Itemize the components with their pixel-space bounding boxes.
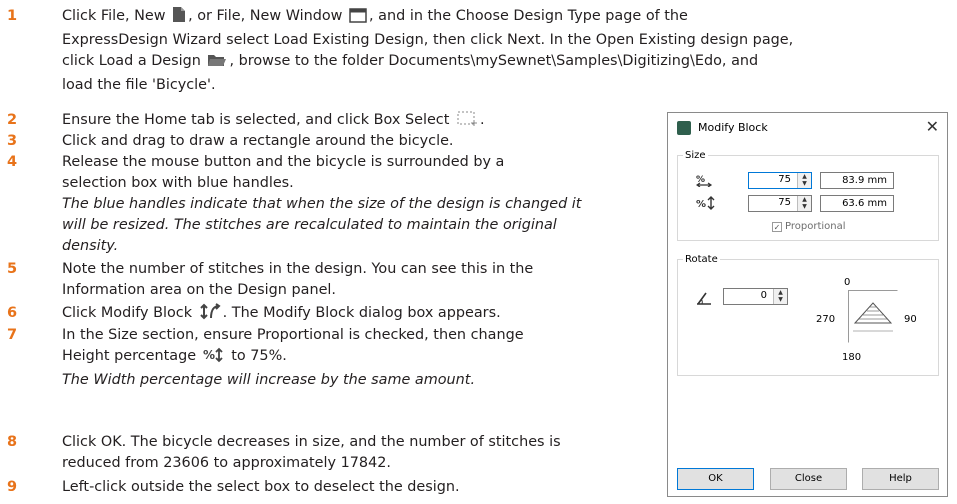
step-note-line: will be resized. The stitches are recalc… [62,217,557,233]
rotate-group: Rotate [677,254,939,376]
width-mm-field[interactable]: 83.9 mm [820,172,894,189]
step-note-line: density. [62,238,119,254]
step-text: Note the number of stitches in the desig… [62,259,700,301]
angle-180-label: 180 [842,352,862,363]
proportional-checkbox[interactable]: ✓ Proportional [772,221,846,232]
help-button[interactable]: Help [862,468,939,490]
new-file-icon [172,6,186,30]
step-text: Click OK. The bicycle decreases in size,… [62,432,700,474]
rotate-angle-value: 0 [760,290,767,301]
step-text-segment: Height percentage [62,348,197,364]
step-text-line: reduced from 23606 to approximately 1784… [62,455,391,471]
load-design-folder-icon [207,53,227,75]
svg-text:%: % [696,199,706,210]
step-number: 7 [7,327,18,343]
rotation-triangle-icon [853,302,893,332]
step-text-segment: click Load a Design [62,53,201,69]
step-text-line: Click and drag to draw a rectangle aroun… [62,133,454,149]
step-number: 8 [7,434,18,450]
step-text-segment: , and in the Choose Design Type page of … [369,8,688,24]
step-number: 3 [7,133,18,149]
angle-90-label: 90 [904,314,917,325]
rotate-angle-icon [696,291,712,308]
step-text: In the Size section, ensure Proportional… [62,325,700,391]
height-percentage-spinner[interactable]: 75 ▲ ▼ [748,195,812,212]
dialog-title: Modify Block [698,121,768,134]
close-button[interactable]: Close [770,468,847,490]
rotate-angle-spinner[interactable]: 0 ▲ ▼ [723,288,788,305]
rotation-preview[interactable] [848,290,898,343]
step-text-segment: Click File, New [62,8,166,24]
check-icon[interactable]: ✓ [772,222,782,232]
step-text: Click Modify Block . The Modify Block di… [62,303,700,327]
step-text-line: Information area on the Design panel. [62,282,336,298]
width-percentage-icon: % [695,173,714,190]
width-percentage-value: 75 [778,174,791,185]
height-percentage-icon: % [696,196,716,213]
svg-text:%: % [696,175,705,185]
width-percentage-spinner[interactable]: 75 ▲ ▼ [748,172,812,189]
step-text: Click and drag to draw a rectangle aroun… [62,131,700,152]
step-number: 2 [7,112,18,128]
height-percentage-icon: % [203,347,225,370]
step-text-line: load the file 'Bicycle'. [62,77,216,93]
step-note-line: The blue handles indicate that when the … [62,196,582,212]
step-text-line: In the Size section, ensure Proportional… [62,327,524,343]
step-number: 4 [7,154,18,170]
svg-text:%: % [203,348,215,362]
rotate-group-label: Rotate [685,254,718,265]
new-window-icon [349,8,367,30]
ok-button[interactable]: OK [677,468,754,490]
step-text-segment: to 75%. [231,348,287,364]
step-text-line: ExpressDesign Wizard select Load Existin… [62,32,794,48]
step-text-segment: Click Modify Block [62,305,193,321]
step-text-line: Click OK. The bicycle decreases in size,… [62,434,561,450]
dialog-title-bar: Modify Block ✕ [668,113,947,143]
height-mm-field[interactable]: 63.6 mm [820,195,894,212]
spinner-arrows-icon[interactable]: ▲ ▼ [773,289,787,304]
spinner-arrows-icon[interactable]: ▲ ▼ [797,173,811,188]
close-icon[interactable]: ✕ [926,117,939,136]
step-number: 1 [7,8,18,24]
step-number: 6 [7,305,18,321]
proportional-label: Proportional [785,221,846,232]
step-text-line: Note the number of stitches in the desig… [62,261,534,277]
step-number: 9 [7,479,18,495]
step-text-segment: . The Modify Block dialog box appears. [222,305,501,321]
angle-0-label: 0 [844,277,851,288]
step-text-segment: Ensure the Home tab is selected, and cli… [62,112,450,128]
step-text-segment: . [479,112,485,128]
step-note-line: The Width percentage will increase by th… [62,372,476,388]
step-text-line: Left-click outside the select box to des… [62,479,460,495]
step-text-segment: , or File, New Window [188,8,343,24]
size-group-label: Size [685,150,706,161]
height-percentage-value: 75 [778,197,791,208]
step-number: 5 [7,261,18,277]
spinner-arrows-icon[interactable]: ▲ ▼ [797,196,811,211]
step-text: Click File, New , or File, New Window , … [62,6,957,96]
modify-block-dialog: Modify Block ✕ Size % 75 ▲ ▼ 83.9 mm % 75… [667,112,948,497]
modify-block-icon [199,303,221,327]
step-text: Left-click outside the select box to des… [62,477,700,498]
app-icon [677,121,691,135]
step-text: Release the mouse button and the bicycle… [62,152,700,257]
step-text-segment: , browse to the folder Documents\mySewne… [229,53,759,69]
step-text-line: selection box with blue handles. [62,175,294,191]
step-text-line: Release the mouse button and the bicycle… [62,154,505,170]
angle-270-label: 270 [816,314,836,325]
